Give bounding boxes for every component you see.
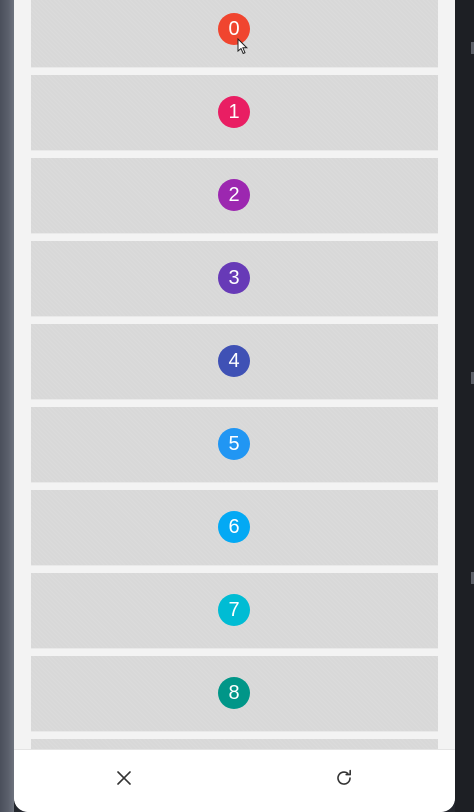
list-item[interactable]: 7 xyxy=(31,573,438,648)
close-icon xyxy=(117,771,131,785)
number-badge: 8 xyxy=(218,677,250,709)
number-badge: 1 xyxy=(218,96,250,128)
list-item[interactable]: 2 xyxy=(31,158,438,233)
refresh-icon xyxy=(337,769,351,785)
bottom-toolbar xyxy=(14,749,455,812)
number-badge: 5 xyxy=(218,428,250,460)
close-button[interactable] xyxy=(108,764,140,792)
desktop-background-right xyxy=(455,0,474,812)
refresh-button[interactable] xyxy=(328,764,360,792)
number-badge: 6 xyxy=(218,511,250,543)
mouse-pointer-icon xyxy=(237,38,249,55)
bottom-sheet: 0 1 2 3 4 5 6 7 8 xyxy=(14,0,455,812)
number-badge: 7 xyxy=(218,594,250,626)
number-badge: 4 xyxy=(218,345,250,377)
list-item[interactable]: 0 xyxy=(31,0,438,67)
number-badge: 3 xyxy=(218,262,250,294)
list-item[interactable]: 5 xyxy=(31,407,438,482)
list-item[interactable]: 3 xyxy=(31,241,438,316)
list-item[interactable]: 8 xyxy=(31,656,438,731)
number-badge: 2 xyxy=(218,179,250,211)
list-item[interactable]: 4 xyxy=(31,324,438,399)
list-item[interactable]: 6 xyxy=(31,490,438,565)
desktop-background-left xyxy=(0,0,14,812)
list-item[interactable]: 1 xyxy=(31,75,438,150)
